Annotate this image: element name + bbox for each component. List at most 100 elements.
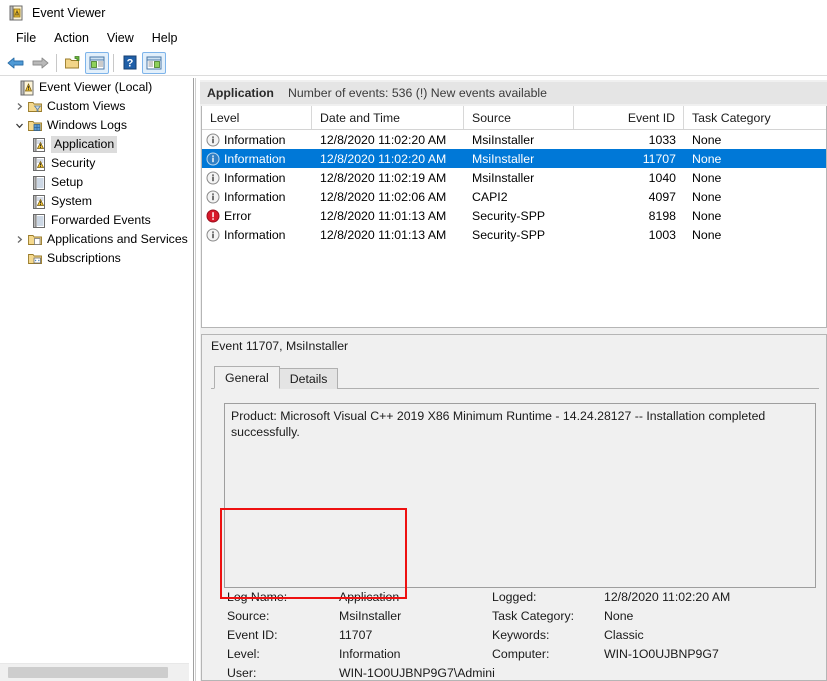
window-title: Event Viewer (32, 6, 106, 20)
table-row[interactable]: Information 12/8/2020 11:01:13 AM Securi… (202, 225, 826, 244)
tree-scrollbar-thumb[interactable] (8, 667, 168, 678)
info-row-logged: Logged: 12/8/2020 11:02:20 AM (492, 590, 730, 604)
information-icon (206, 171, 220, 185)
splitter-line-right (195, 78, 196, 681)
tree-item-application[interactable]: Application (0, 135, 189, 154)
tree-item-label: System (51, 194, 92, 208)
tab-details[interactable]: Details (278, 368, 339, 389)
log-name-value: Application (339, 590, 400, 604)
keywords-value: Classic (604, 628, 644, 642)
tree-item-label: Applications and Services Lo (47, 232, 189, 246)
cell-source: CAPI2 (472, 189, 508, 204)
toolbar-show-hide-console-tree-button[interactable] (85, 51, 109, 74)
forward-arrow-icon (31, 55, 49, 71)
log-icon (30, 137, 48, 153)
tree-item-custom-views[interactable]: Custom Views (0, 97, 189, 116)
info-row-source: Source: MsiInstaller (227, 609, 401, 623)
table-row[interactable]: Error 12/8/2020 11:01:13 AM Security-SPP… (202, 206, 826, 225)
toolbar-show-hide-action-pane-button[interactable] (142, 51, 166, 74)
tree-item-label: Custom Views (47, 99, 126, 113)
info-row-log-name: Log Name: Application (227, 590, 399, 604)
event-id-value: 11707 (339, 628, 373, 642)
toolbar-open-saved-log-button[interactable] (61, 52, 85, 74)
chevron-right-icon[interactable] (12, 100, 26, 114)
cell-task-category: None (692, 170, 722, 185)
level-label: Level: (227, 647, 260, 661)
cell-level: Information (224, 227, 286, 242)
table-row[interactable]: Information 12/8/2020 11:02:19 AM MsiIns… (202, 168, 826, 187)
detail-tabs: General Details (214, 366, 339, 389)
menu-bar: File Action View Help (0, 27, 827, 49)
toolbar: ? (0, 50, 827, 76)
info-row-event-id: Event ID: 11707 (227, 628, 372, 642)
cell-event-id: 1040 (648, 170, 676, 185)
log-plain-icon (30, 213, 48, 229)
computer-label: Computer: (492, 647, 550, 661)
column-header-event-id[interactable]: Event ID (574, 106, 684, 129)
task-category-label: Task Category: (492, 609, 575, 623)
event-description-box[interactable]: Product: Microsoft Visual C++ 2019 X86 M… (224, 403, 816, 588)
tree-item-label: Setup (51, 175, 84, 189)
log-name-heading: Application (207, 86, 274, 100)
windows-logs-folder-icon (26, 118, 44, 134)
menu-file[interactable]: File (7, 29, 45, 47)
tree-item-applications-and-services-logs[interactable]: Applications and Services Lo (0, 230, 189, 249)
event-viewer-window: Event Viewer File Action View Help ? Eve… (0, 0, 827, 681)
user-label: User: (227, 666, 257, 680)
chevron-right-icon[interactable] (12, 233, 26, 247)
cell-datetime: 12/8/2020 11:02:20 AM (320, 151, 447, 166)
column-header-source[interactable]: Source (464, 106, 574, 129)
info-row-level: Level: Information (227, 647, 401, 661)
custom-views-folder-icon (26, 99, 44, 115)
help-question-icon: ? (122, 55, 138, 70)
information-icon (206, 133, 220, 147)
tree-item-security[interactable]: Security (0, 154, 189, 173)
tab-general[interactable]: General (214, 366, 280, 389)
cell-source: MsiInstaller (472, 132, 535, 147)
tree-item-windows-logs[interactable]: Windows Logs (0, 116, 189, 135)
cell-task-category: None (692, 227, 722, 242)
info-row-task-category: Task Category: None (492, 609, 633, 623)
log-event-count-status: Number of events: 536 (!) New events ava… (287, 86, 547, 100)
tree-item-label: Forwarded Events (51, 213, 151, 227)
column-header-task-category[interactable]: Task Category (684, 106, 826, 129)
cell-datetime: 12/8/2020 11:02:06 AM (320, 189, 447, 204)
tree-item-subscriptions[interactable]: Subscriptions (0, 249, 189, 268)
table-row[interactable]: Information 12/8/2020 11:02:06 AM CAPI2 … (202, 187, 826, 206)
table-row[interactable]: Information 12/8/2020 11:02:20 AM MsiIns… (202, 149, 826, 168)
toolbar-back-button[interactable] (4, 52, 28, 74)
tree-horizontal-scrollbar[interactable] (0, 663, 189, 681)
event-detail-pane: Event 11707, MsiInstaller General Detail… (201, 334, 827, 681)
cell-event-id: 8198 (648, 208, 676, 223)
log-icon (30, 156, 48, 172)
menu-action[interactable]: Action (45, 29, 98, 47)
show-hide-console-tree-icon (89, 56, 105, 70)
tree-item-system[interactable]: System (0, 192, 189, 211)
event-list[interactable]: Level Date and Time Source Event ID Task… (201, 106, 827, 328)
console-tree[interactable]: Event Viewer (Local) Custom Views Window… (0, 78, 189, 663)
back-arrow-icon (7, 55, 25, 71)
column-header-date-and-time[interactable]: Date and Time (312, 106, 464, 129)
splitter-line-left (193, 78, 194, 681)
menu-help[interactable]: Help (143, 29, 187, 47)
cell-datetime: 12/8/2020 11:01:13 AM (320, 227, 447, 242)
open-saved-log-icon (64, 55, 82, 71)
keywords-label: Keywords: (492, 628, 550, 642)
tree-item-label: Event Viewer (Local) (39, 80, 153, 94)
error-icon (206, 209, 220, 223)
table-row[interactable]: Information 12/8/2020 11:02:20 AM MsiIns… (202, 130, 826, 149)
chevron-down-icon[interactable] (12, 119, 26, 133)
tree-item-event-viewer-local[interactable]: Event Viewer (Local) (0, 78, 189, 97)
pane-splitter[interactable] (189, 78, 200, 681)
cell-source: MsiInstaller (472, 170, 535, 185)
tree-item-forwarded-events[interactable]: Forwarded Events (0, 211, 189, 230)
toolbar-separator-2 (113, 53, 114, 72)
toolbar-help-button[interactable]: ? (118, 52, 142, 74)
menu-view[interactable]: View (98, 29, 143, 47)
toolbar-forward-button[interactable] (28, 52, 52, 74)
cell-level: Information (224, 151, 286, 166)
toolbar-separator-1 (56, 53, 57, 72)
column-header-level[interactable]: Level (202, 106, 312, 129)
event-detail-title: Event 11707, MsiInstaller (202, 335, 826, 357)
tree-item-setup[interactable]: Setup (0, 173, 189, 192)
